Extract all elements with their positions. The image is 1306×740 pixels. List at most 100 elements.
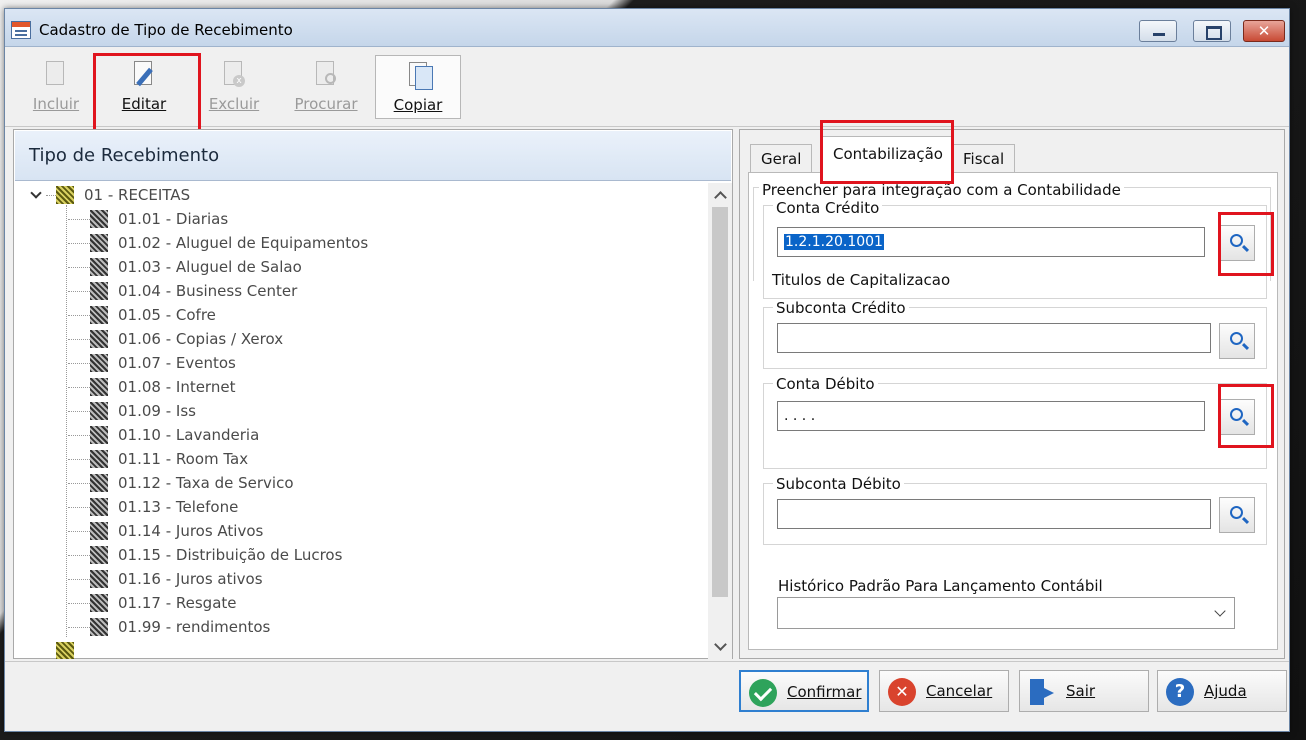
tree-item-label: 01.16 - Juros ativos <box>118 570 263 588</box>
tree-item-icon <box>90 570 108 588</box>
tab-content: Preencher para integração com a Contabil… <box>748 172 1278 650</box>
conta-debito-label: Conta Débito <box>773 375 878 393</box>
tree-item-icon <box>90 474 108 492</box>
tree-item[interactable]: 01.16 - Juros ativos <box>14 567 514 591</box>
procurar-label: Procurar <box>294 95 358 113</box>
subconta-credito-search-button[interactable] <box>1219 323 1255 359</box>
tree-item-label: 01.03 - Aluguel de Salao <box>118 258 302 276</box>
historico-select[interactable] <box>777 597 1235 629</box>
tree-item[interactable]: 01.99 - rendimentos <box>14 615 514 639</box>
close-button[interactable]: ✕ <box>1243 20 1285 42</box>
delete-document-icon: x <box>224 61 246 89</box>
tree-item-label: 01.07 - Eventos <box>118 354 236 372</box>
tree-item-label: 01.05 - Cofre <box>118 306 216 324</box>
copiar-button[interactable]: Copiar <box>375 55 461 119</box>
tree-item-icon <box>90 522 108 540</box>
minimize-button[interactable] <box>1139 20 1177 42</box>
conta-debito-value: . . . . <box>784 408 816 424</box>
tree-item-label: 01.13 - Telefone <box>118 498 239 516</box>
tree-header: Tipo de Recebimento <box>15 131 731 181</box>
subconta-credito-label: Subconta Crédito <box>773 299 909 317</box>
tree-item[interactable]: 01.03 - Aluguel de Salao <box>14 255 514 279</box>
tree-item[interactable]: 01.10 - Lavanderia <box>14 423 514 447</box>
tree-item[interactable]: 01.08 - Internet <box>14 375 514 399</box>
cancelar-label: Cancelar <box>926 682 993 700</box>
maximize-button[interactable] <box>1193 20 1231 42</box>
excluir-label: Excluir <box>208 95 260 113</box>
tree-item[interactable]: 01.15 - Distribuição de Lucros <box>14 543 514 567</box>
check-icon <box>749 679 777 707</box>
cancel-icon: ✕ <box>888 678 916 706</box>
tree-item[interactable]: 01.06 - Copias / Xerox <box>14 327 514 351</box>
tree-item-label: 01.09 - Iss <box>118 402 196 420</box>
tab-geral[interactable]: Geral <box>750 144 813 172</box>
search-icon <box>1230 234 1243 247</box>
conta-credito-search-button[interactable] <box>1219 225 1255 261</box>
tree-item-icon <box>90 234 108 252</box>
tree-item-label: 01.99 - rendimentos <box>118 618 271 636</box>
tree-scrollbar[interactable] <box>708 183 732 659</box>
tree-item-label: 01.15 - Distribuição de Lucros <box>118 546 343 564</box>
conta-credito-input[interactable]: 1.2.1.20.1001 <box>777 227 1205 257</box>
confirmar-button[interactable]: Confirmar <box>739 670 869 712</box>
collapse-chevron-icon[interactable] <box>30 187 42 199</box>
subconta-credito-input[interactable] <box>777 323 1211 353</box>
cancelar-button[interactable]: ✕ Cancelar <box>879 670 1009 712</box>
app-icon <box>11 21 31 39</box>
sair-label: Sair <box>1066 682 1096 700</box>
tree-item-icon <box>90 330 108 348</box>
tree-header-label: Tipo de Recebimento <box>29 145 220 166</box>
exit-icon <box>1028 678 1056 706</box>
sair-button[interactable]: Sair <box>1019 670 1149 712</box>
tree-panel: Tipo de Recebimento 01 - RECEITAS 01.01 … <box>13 129 733 659</box>
tab-contabilizacao[interactable]: Contabilização <box>822 136 954 174</box>
excluir-button[interactable]: x Excluir <box>191 55 277 119</box>
subconta-debito-input[interactable] <box>777 499 1211 529</box>
tree-item-label: 01.12 - Taxa de Servico <box>118 474 294 492</box>
tree-item[interactable]: 01.17 - Resgate <box>14 591 514 615</box>
tree-item-icon <box>90 594 108 612</box>
tree-item-label: 01.01 - Diarias <box>118 210 229 228</box>
ajuda-button[interactable]: ? Ajuda <box>1157 670 1287 712</box>
tree-item[interactable]: 01.14 - Juros Ativos <box>14 519 514 543</box>
scroll-thumb[interactable] <box>712 207 728 597</box>
tree-item[interactable]: 01.13 - Telefone <box>14 495 514 519</box>
tab-fiscal[interactable]: Fiscal <box>952 144 1016 172</box>
tree-item[interactable]: 01.12 - Taxa de Servico <box>14 471 514 495</box>
tree-item-label: 01.10 - Lavanderia <box>118 426 260 444</box>
conta-debito-search-button[interactable] <box>1219 399 1255 435</box>
scroll-down-icon[interactable] <box>708 635 732 659</box>
tree-item-icon <box>90 354 108 372</box>
tree-item-label: 01.06 - Copias / Xerox <box>118 330 284 348</box>
tree-item[interactable]: 01.09 - Iss <box>14 399 514 423</box>
scroll-up-icon[interactable] <box>708 183 732 207</box>
tree-item-label: 01.02 - Aluguel de Equipamentos <box>118 234 369 252</box>
tree-view[interactable]: 01 - RECEITAS 01.01 - Diarias 01.02 - Alu… <box>14 183 708 659</box>
tree-item-label: 01.11 - Room Tax <box>118 450 249 468</box>
conta-credito-value: 1.2.1.20.1001 <box>784 234 884 250</box>
close-icon: ✕ <box>1257 22 1271 40</box>
tree-item-icon <box>90 402 108 420</box>
search-icon <box>1230 408 1243 421</box>
incluir-label: Incluir <box>32 95 80 113</box>
tree-item-icon <box>90 282 108 300</box>
tree-item[interactable]: 01.07 - Eventos <box>14 351 514 375</box>
conta-debito-input[interactable]: . . . . <box>777 401 1205 431</box>
tree-item[interactable]: 01.01 - Diarias <box>14 207 514 231</box>
tree-item-icon <box>90 378 108 396</box>
incluir-button[interactable]: Incluir <box>13 55 99 119</box>
tree-item[interactable]: 01.11 - Room Tax <box>14 447 514 471</box>
conta-credito-label: Conta Crédito <box>773 199 883 217</box>
subconta-debito-search-button[interactable] <box>1219 497 1255 533</box>
tree-item-icon <box>90 450 108 468</box>
tree-node-next[interactable] <box>14 639 414 659</box>
tree-item[interactable]: 01.05 - Cofre <box>14 303 514 327</box>
procurar-button[interactable]: Procurar <box>283 55 369 119</box>
editar-button[interactable]: Editar <box>101 55 187 119</box>
tree-root-node[interactable]: 01 - RECEITAS <box>14 183 414 207</box>
editar-label: Editar <box>121 95 167 113</box>
tree-item[interactable]: 01.04 - Business Center <box>14 279 514 303</box>
tree-item[interactable]: 01.02 - Aluguel de Equipamentos <box>14 231 514 255</box>
tree-item-icon <box>90 498 108 516</box>
tree-item-icon <box>90 306 108 324</box>
